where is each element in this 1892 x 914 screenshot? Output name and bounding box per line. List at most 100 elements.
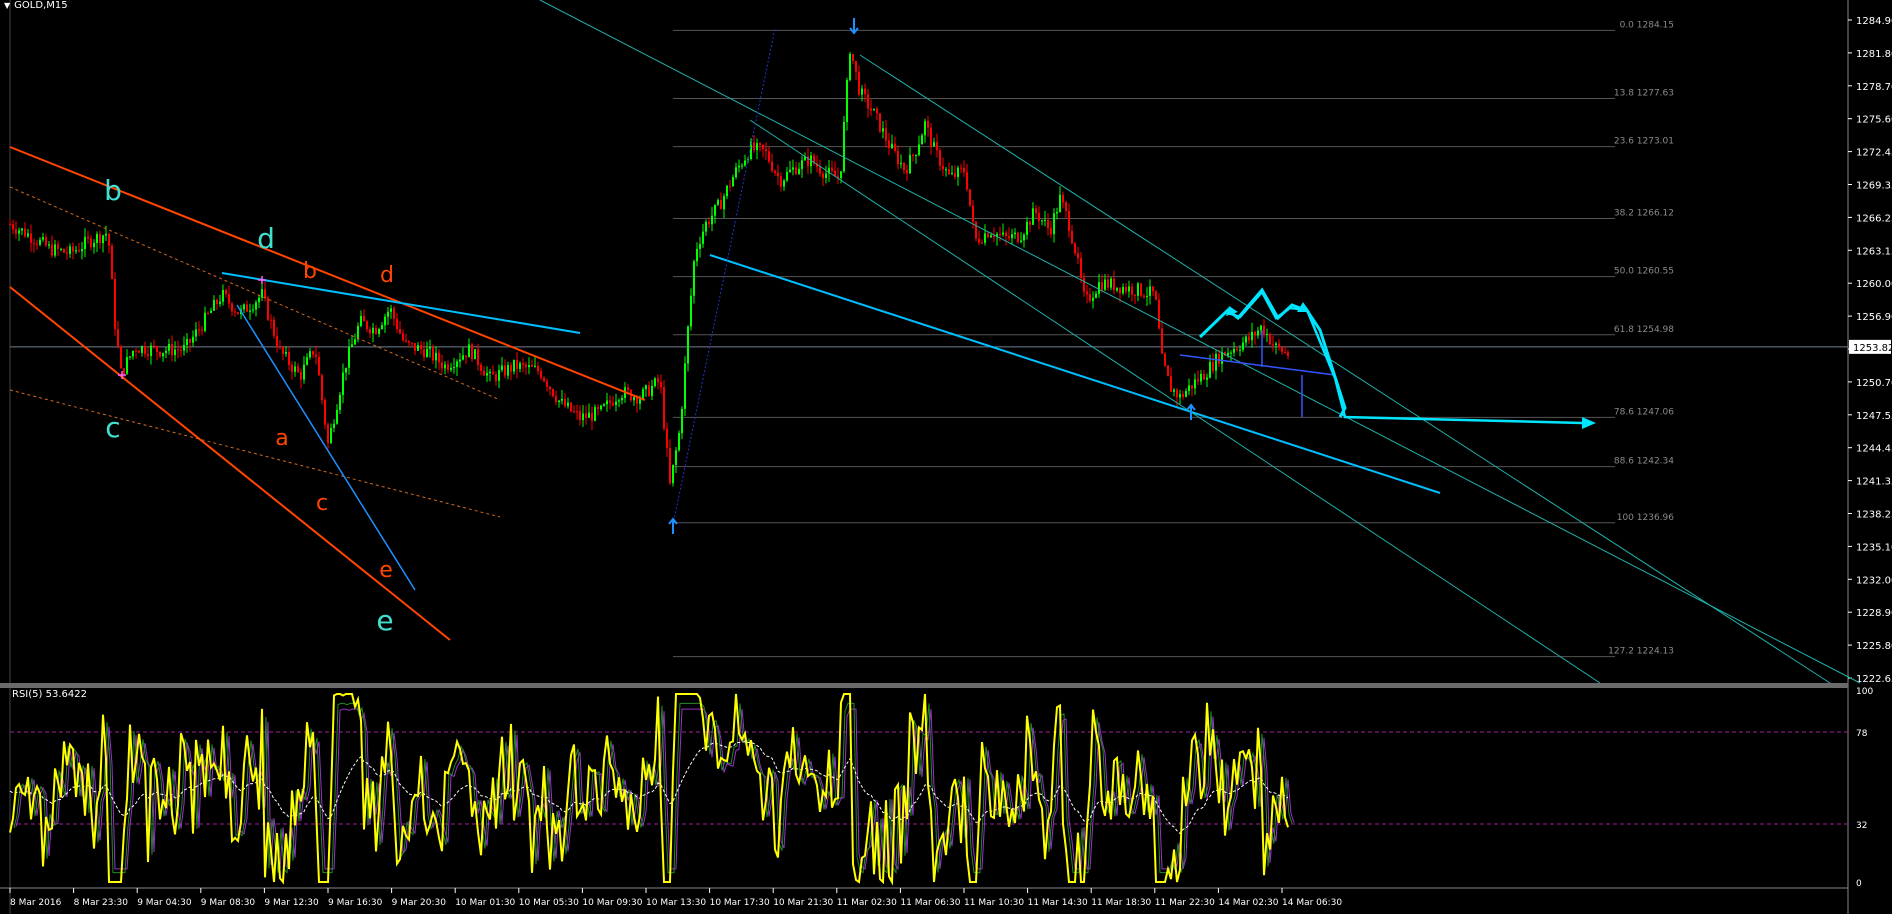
- candle-body: [33, 242, 35, 244]
- candle-body: [912, 154, 914, 157]
- candle-body: [1194, 379, 1196, 389]
- candle-body: [915, 154, 917, 157]
- candle-body: [345, 367, 347, 373]
- time-tick-label: 8 Mar 23:30: [74, 898, 129, 908]
- candle-body: [1284, 352, 1286, 354]
- candle-body: [618, 400, 620, 402]
- candle-body: [561, 398, 563, 401]
- candle-body: [633, 397, 635, 401]
- arrowhead-right: [1582, 417, 1596, 429]
- candle-body: [537, 365, 539, 372]
- candle-body: [609, 400, 611, 403]
- candle-body: [1098, 282, 1100, 294]
- candle-body: [411, 342, 413, 344]
- triangle-down-icon[interactable]: ▼: [4, 1, 10, 10]
- candle-body: [363, 315, 365, 322]
- candle-body: [1281, 347, 1283, 353]
- candle-body: [792, 167, 794, 170]
- wave-label-orange: c: [316, 491, 328, 516]
- candle-body: [819, 166, 821, 174]
- candle-body: [555, 396, 557, 403]
- rsi-axis-label: 78: [1856, 729, 1868, 739]
- candle-body: [1275, 343, 1277, 346]
- rsi-signal-purple: [15, 708, 1295, 871]
- candle-body: [570, 402, 572, 412]
- candle-body: [765, 149, 767, 152]
- candle-body: [438, 352, 440, 363]
- candlesticks: [9, 51, 1289, 487]
- candle-body: [1023, 234, 1025, 241]
- candle-body: [1260, 325, 1262, 331]
- candle-body: [267, 297, 269, 320]
- candle-body: [252, 309, 254, 311]
- candle-body: [597, 407, 599, 410]
- candle-body: [729, 185, 731, 187]
- candle-body: [1059, 194, 1061, 212]
- price-chart[interactable]: 1284.90 1281.80 1278.70 1275.60 1272.45 1269.…: [0, 0, 1892, 914]
- candle-body: [1092, 297, 1094, 301]
- candle-body: [219, 301, 221, 304]
- candle-body: [69, 246, 71, 254]
- candle-body: [960, 167, 962, 169]
- price-tick-label: 1241.35: [1856, 477, 1892, 488]
- candle-body: [1215, 353, 1217, 371]
- fib-level-label: 38.2 1266.12: [1614, 209, 1674, 219]
- time-tick-label: 11 Mar 18:30: [1091, 898, 1151, 908]
- candle-body: [654, 378, 656, 386]
- wave-label-orange: d: [380, 263, 394, 288]
- candle-body: [450, 367, 452, 370]
- candle-body: [1152, 286, 1154, 292]
- candle-body: [396, 318, 398, 330]
- candle-body: [1143, 295, 1145, 297]
- candle-body: [600, 405, 602, 410]
- candle-body: [1008, 236, 1010, 239]
- candle-body: [1041, 220, 1043, 222]
- candle-body: [909, 154, 911, 174]
- wave-label-orange: a: [275, 426, 288, 451]
- candle-body: [57, 244, 59, 250]
- candle-body: [306, 357, 308, 365]
- candle-body: [318, 356, 320, 376]
- candle-body: [213, 299, 215, 311]
- candle-body: [138, 351, 140, 353]
- candle-body: [1131, 286, 1133, 295]
- candle-body: [888, 140, 890, 149]
- rsi-axis-label: 0: [1856, 879, 1862, 889]
- candle-body: [1239, 349, 1241, 351]
- candle-body: [966, 172, 968, 190]
- candle-body: [342, 372, 344, 395]
- candle-body: [1173, 389, 1175, 392]
- candle-body: [126, 357, 128, 374]
- candle-body: [393, 308, 395, 319]
- candle-body: [153, 345, 155, 347]
- candle-body: [969, 189, 971, 206]
- candle-body: [372, 327, 374, 334]
- candle-body: [726, 185, 728, 197]
- candle-body: [87, 236, 89, 239]
- candle-body: [423, 349, 425, 357]
- candle-body: [870, 108, 872, 111]
- candle-body: [1086, 291, 1088, 295]
- candle-body: [105, 233, 107, 236]
- candle-body: [576, 411, 578, 413]
- price-tick-label: 1244.45: [1856, 444, 1892, 455]
- chart-window[interactable]: 1284.90 1281.80 1278.70 1275.60 1272.45 1269.…: [0, 0, 1892, 914]
- candle-body: [735, 167, 737, 178]
- candle-body: [501, 365, 503, 371]
- candle-body: [90, 238, 92, 248]
- candle-body: [507, 365, 509, 376]
- candle-body: [879, 113, 881, 132]
- candle-body: [1038, 212, 1040, 221]
- candle-body: [504, 365, 506, 376]
- candle-body: [285, 352, 287, 354]
- candle-body: [588, 412, 590, 418]
- candle-body: [96, 233, 98, 243]
- candle-body: [123, 368, 125, 374]
- rsi-label: RSI(5) 53.6422: [12, 689, 87, 700]
- candle-body: [399, 329, 401, 334]
- candle-body: [1056, 211, 1058, 214]
- candle-body: [1116, 287, 1118, 291]
- fib-level-label: 0.0 1284.15: [1620, 20, 1674, 30]
- candle-body: [147, 354, 149, 356]
- candle-body: [39, 239, 41, 245]
